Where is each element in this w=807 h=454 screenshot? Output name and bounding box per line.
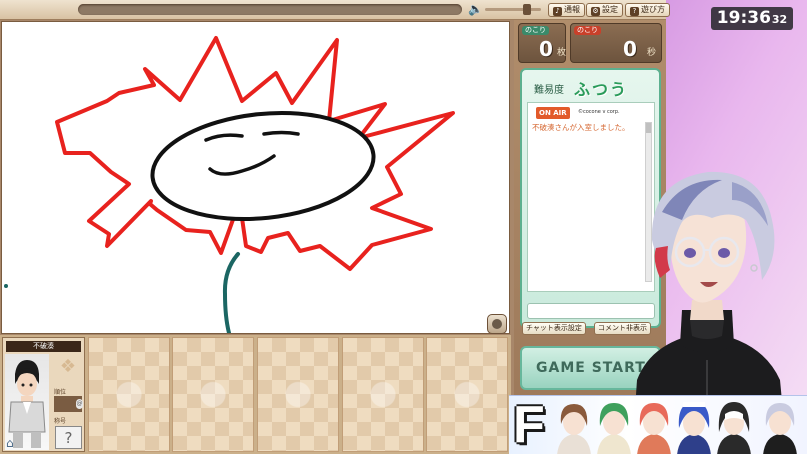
empty-player-slot — [426, 337, 508, 452]
remaining-seconds-value: 0 — [623, 37, 637, 61]
difficulty-label: 難易度 — [534, 85, 564, 96]
flower-face-outline — [150, 110, 376, 222]
difficulty-value: ふつう — [574, 80, 629, 99]
help-icon: ? — [630, 7, 639, 16]
remaining-cards-label: のこり — [522, 26, 549, 35]
how-to-play-button[interactable]: ? 遊び方 — [625, 3, 670, 17]
volume-icon[interactable]: 🔈 — [468, 1, 483, 18]
home-icon[interactable]: ⌂ — [6, 437, 20, 449]
clock-overlay: 19:3632 — [711, 7, 793, 30]
flower-stem — [222, 252, 240, 335]
member-avatar — [717, 402, 751, 454]
canvas-tool-button[interactable] — [487, 314, 507, 334]
title-unknown-box: ? — [55, 426, 82, 449]
on-air-badge: ON AIR — [536, 107, 570, 119]
remaining-seconds-box: のこり 0 秒 — [570, 23, 662, 63]
player-card[interactable]: 不破湊 ❖ 順位 @ 称号 ? ⌂ — [2, 337, 85, 452]
volume-slider-knob[interactable] — [523, 4, 531, 15]
rank-label: 順位 — [54, 389, 67, 396]
empty-player-slot — [342, 337, 424, 452]
right-eye — [262, 130, 300, 136]
settings-button[interactable]: ⚙ 設定 — [586, 3, 623, 17]
volume-slider[interactable] — [485, 4, 541, 15]
chat-scrollbar-thumb[interactable] — [646, 123, 651, 133]
report-button-label: 通報 — [564, 5, 580, 14]
remaining-cards-unit: 枚 — [557, 48, 567, 58]
clock-time: 19:36 — [716, 8, 771, 28]
report-icon: ♪ — [553, 7, 562, 16]
remaining-cards-box: のこり 0 枚 — [518, 23, 566, 63]
chat-display-settings-button[interactable]: チャット表示設定 — [522, 322, 586, 335]
gear-icon: ⚙ — [591, 7, 600, 16]
member-avatar — [557, 404, 591, 454]
remaining-seconds-unit: 秒 — [647, 48, 657, 58]
flower-drawing — [55, 36, 455, 335]
drawing-canvas[interactable] — [1, 21, 510, 335]
score-indicator-icon: @ — [76, 399, 83, 409]
how-to-play-button-label: 遊び方 — [641, 5, 665, 14]
tool-icon — [492, 319, 502, 329]
clock-seconds: 32 — [771, 13, 788, 26]
player-slots: 不破湊 ❖ 順位 @ 称号 ? ⌂ — [0, 335, 511, 454]
title-label: 称号 — [54, 418, 67, 425]
timer-progress-bar — [78, 4, 462, 15]
chat-message: 不破湊さんが入室しました。 — [532, 123, 630, 132]
copyright-text: ©cocone v corp. — [578, 109, 620, 115]
member-avatar — [763, 403, 797, 454]
team-letter: F — [513, 396, 545, 454]
report-button[interactable]: ♪ 通報 — [548, 3, 585, 17]
player-name: 不破湊 — [6, 341, 81, 352]
member-avatar — [597, 403, 631, 454]
ornament-icon: ❖ — [59, 356, 77, 377]
game-window: 🔈 ♪ 通報 ⚙ 設定 ? 遊び方 のこり 0 枚 のこり 0 秒 難易度 ふつ… — [0, 0, 670, 454]
settings-button-label: 設定 — [602, 5, 618, 14]
top-toolbar: 🔈 ♪ 通報 ⚙ 設定 ? 遊び方 — [0, 0, 670, 20]
pen-cursor-dot — [4, 284, 8, 288]
remaining-cards-value: 0 — [539, 37, 553, 61]
members-banner: F — [509, 395, 807, 454]
member-avatar — [677, 402, 711, 454]
empty-player-slot — [172, 337, 254, 452]
remaining-seconds-label: のこり — [574, 26, 601, 35]
member-avatar — [637, 403, 671, 454]
empty-player-slot — [88, 337, 170, 452]
empty-player-slot — [257, 337, 339, 452]
